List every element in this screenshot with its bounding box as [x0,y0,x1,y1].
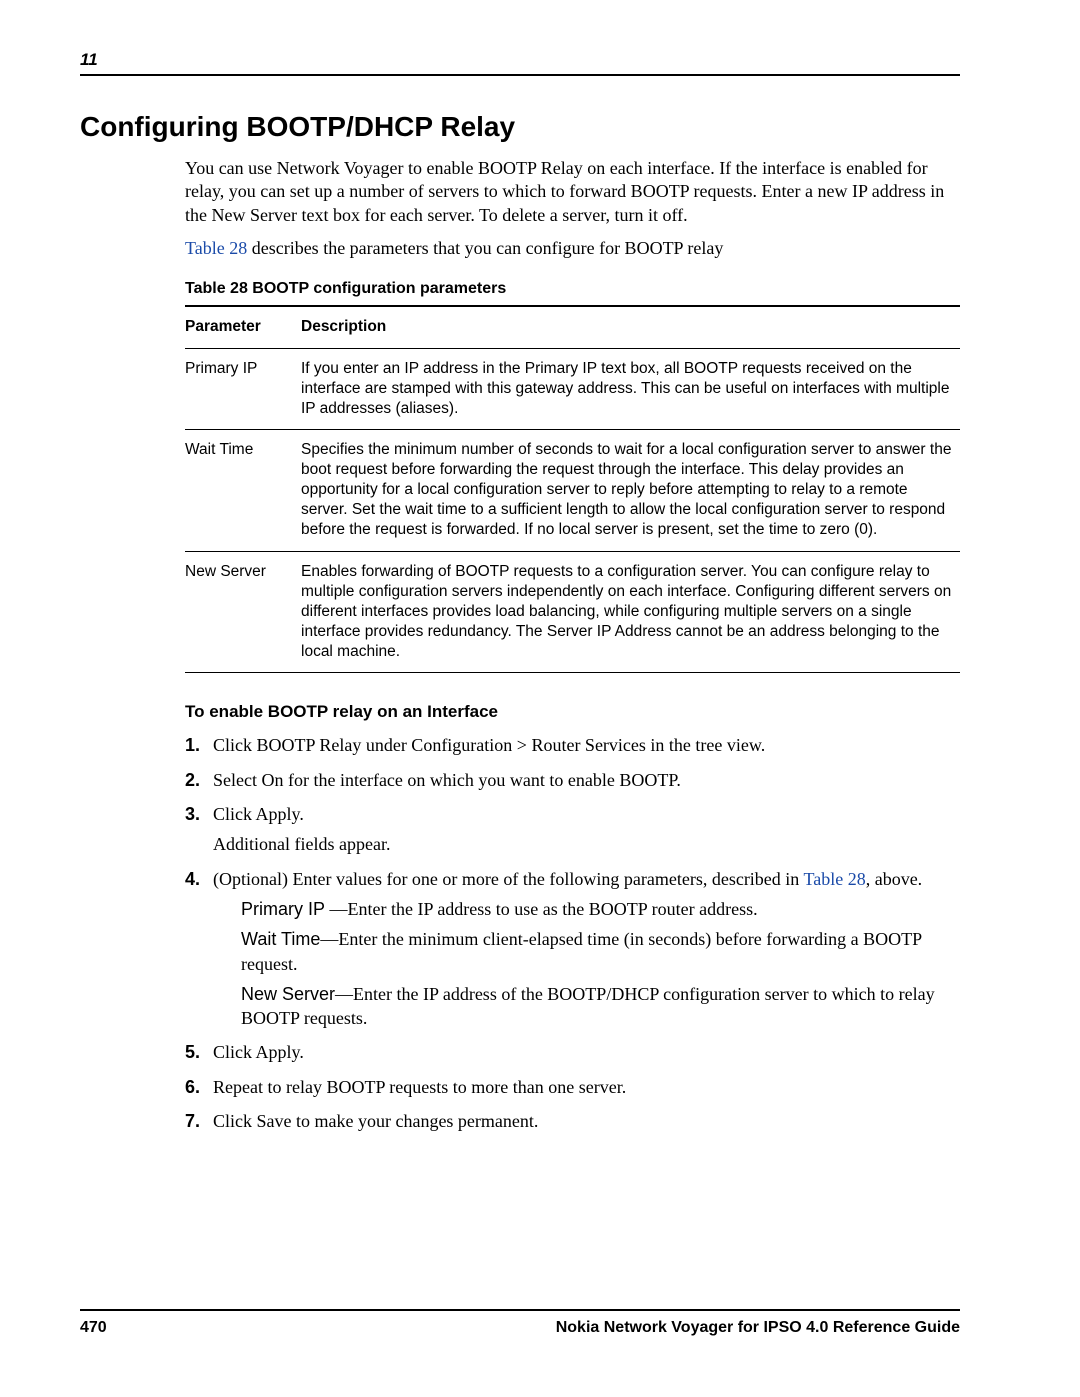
table-row: Wait Time Specifies the minimum number o… [185,429,960,551]
substep-label: Primary IP [241,899,325,919]
substep: Primary IP —Enter the IP address to use … [241,897,960,921]
list-item: 2. Select On for the interface on which … [185,768,960,792]
list-item: 3. Click Apply. Additional fields appear… [185,802,960,857]
param-name: New Server [185,551,301,673]
page: 11 Configuring BOOTP/DHCP Relay You can … [0,0,1080,1397]
step-4-table-link[interactable]: Table 28 [803,869,865,889]
footer-rule [80,1309,960,1311]
step-text: Select On for the interface on which you… [213,768,960,792]
param-name: Wait Time [185,429,301,551]
param-desc: If you enter an IP address in the Primar… [301,348,960,429]
step-number: 1. [185,733,213,757]
params-table: Parameter Description Primary IP If you … [185,305,960,673]
list-item: 5. Click Apply. [185,1040,960,1064]
body: You can use Network Voyager to enable BO… [185,157,960,1133]
param-desc: Enables forwarding of BOOTP requests to … [301,551,960,673]
footer: 470 Nokia Network Voyager for IPSO 4.0 R… [80,1309,960,1337]
step-text: Click Apply. [213,1040,960,1064]
table-row: New Server Enables forwarding of BOOTP r… [185,551,960,673]
step-text: Repeat to relay BOOTP requests to more t… [213,1075,960,1099]
substep: New Server—Enter the IP address of the B… [241,982,960,1031]
param-desc: Specifies the minimum number of seconds … [301,429,960,551]
table-row: Primary IP If you enter an IP address in… [185,348,960,429]
substep-sep: — [335,984,353,1004]
step-number: 2. [185,768,213,792]
th-parameter: Parameter [185,306,301,348]
substep-text: Enter the IP address to use as the BOOTP… [348,899,758,919]
list-item: 1. Click BOOTP Relay under Configuration… [185,733,960,757]
chapter-number: 11 [80,50,960,70]
substep-label: New Server [241,984,335,1004]
substep-text: Enter the minimum client-elapsed time (i… [241,929,922,973]
steps-list: 1. Click BOOTP Relay under Configuration… [185,733,960,1133]
substep-sep: — [325,899,348,919]
list-item: 4. (Optional) Enter values for one or mo… [185,867,960,1031]
step-text: Click Save to make your changes permanen… [213,1109,960,1133]
step-number: 5. [185,1040,213,1064]
th-description: Description [301,306,960,348]
intro-para-1: You can use Network Voyager to enable BO… [185,157,960,227]
procedure-heading: To enable BOOTP relay on an Interface [185,701,960,723]
step-4-post: , above. [866,869,922,889]
header-rule [80,74,960,76]
table-ref-link[interactable]: Table 28 [185,238,247,258]
step-text: Click BOOTP Relay under Configuration > … [213,733,960,757]
step-number: 3. [185,802,213,857]
list-item: 6. Repeat to relay BOOTP requests to mor… [185,1075,960,1099]
step-3-main: Click Apply. [213,804,304,824]
list-item: 7. Click Save to make your changes perma… [185,1109,960,1133]
page-number: 470 [80,1319,107,1337]
step-3-extra: Additional fields appear. [213,832,960,856]
doc-title: Nokia Network Voyager for IPSO 4.0 Refer… [556,1319,960,1337]
param-name: Primary IP [185,348,301,429]
step-text: (Optional) Enter values for one or more … [213,867,960,1031]
step-4-pre: (Optional) Enter values for one or more … [213,869,803,889]
substep-sep: — [320,929,338,949]
step-number: 7. [185,1109,213,1133]
intro-para-2: Table 28 describes the parameters that y… [185,237,960,260]
intro-para-2-tail: describes the parameters that you can co… [247,238,723,258]
table-caption: Table 28 BOOTP configuration parameters [185,279,960,300]
substep-label: Wait Time [241,929,320,949]
step-number: 4. [185,867,213,1031]
substep: Wait Time—Enter the minimum client-elaps… [241,927,960,976]
section-title: Configuring BOOTP/DHCP Relay [80,111,960,143]
step-number: 6. [185,1075,213,1099]
step-text: Click Apply. Additional fields appear. [213,802,960,857]
